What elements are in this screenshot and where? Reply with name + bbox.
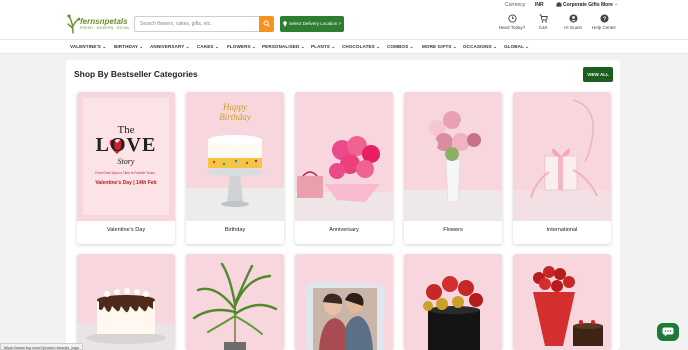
couple-photo-cushion-image — [295, 254, 393, 350]
gift-box-image — [513, 92, 611, 221]
category-card-international[interactable]: International — [513, 92, 611, 244]
section-title: Shop By Bestseller Categories — [74, 69, 198, 79]
delivery-location-label: Select Delivery Location > — [289, 21, 342, 26]
category-card-valentines[interactable]: The LOVE Story From Once Upon a Time to … — [77, 92, 175, 244]
logo-text: fernsnpetals — [80, 17, 128, 26]
category-card-row2-personalised[interactable] — [295, 254, 393, 350]
location-pin-icon — [283, 21, 287, 27]
nav-more-gifts[interactable]: MORE GIFTS ⌄ — [422, 44, 457, 50]
account-button[interactable]: Hi Guest — [558, 14, 588, 36]
rose-vase-image — [404, 92, 502, 221]
category-card-flowers[interactable]: Flowers — [404, 92, 502, 244]
cart-button[interactable]: Cart — [528, 14, 558, 36]
chat-button[interactable] — [657, 323, 679, 341]
search-button[interactable] — [259, 16, 274, 32]
category-label: Valentine's Day — [106, 227, 146, 233]
nav-valentines[interactable]: VALENTINE'S ⌄ — [70, 44, 106, 50]
currency-selector[interactable]: INR — [535, 2, 544, 8]
account-label: Hi Guest — [564, 25, 582, 30]
help-icon: ? — [600, 14, 608, 23]
category-label: Birthday — [224, 227, 246, 233]
nav-birthday[interactable]: BIRTHDAY ⌄ — [114, 44, 143, 50]
clock-icon — [507, 14, 517, 23]
help-center-button[interactable]: ? Help Center — [589, 14, 619, 36]
category-card-row2-cake[interactable] — [77, 254, 175, 350]
category-card-row2-chocolates[interactable] — [404, 254, 502, 350]
poster-date-text: Valentine's Day | 14th Feb — [95, 180, 157, 186]
cart-icon — [539, 14, 548, 23]
nav-flowers[interactable]: FLOWERS ⌄ — [227, 44, 256, 50]
category-nav: VALENTINE'S ⌄ BIRTHDAY ⌄ ANNIVERSARY ⌄ C… — [0, 39, 688, 54]
nav-chocolates[interactable]: CHOCOLATES ⌄ — [342, 44, 380, 50]
topper-birthday-text: Birthday — [219, 112, 251, 122]
poster-love-text: LOVE — [95, 134, 157, 156]
nav-cakes[interactable]: CAKES ⌄ — [197, 44, 219, 50]
category-card-birthday[interactable]: Happy Birthday Birthday — [186, 92, 284, 244]
chevron-down-icon: ⌄ — [614, 1, 619, 7]
user-icon — [569, 14, 577, 23]
poster-sub-text: From Once Upon a Time to Forever Yours..… — [95, 171, 157, 175]
category-card-row2-combo[interactable] — [513, 254, 611, 350]
poster-story-text: Story — [117, 157, 135, 166]
topper-happy-text: Happy — [223, 102, 247, 112]
currency-label: Currency — [505, 2, 526, 8]
category-label: Anniversary — [329, 227, 359, 233]
category-card-anniversary[interactable]: Anniversary — [295, 92, 393, 244]
search-box[interactable]: Search flowers, cakes, gifts, etc. — [134, 16, 274, 32]
rose-ferrero-box-image — [404, 254, 502, 350]
delivery-location-button[interactable]: Select Delivery Location > — [280, 16, 344, 32]
search-input[interactable]: Search flowers, cakes, gifts, etc. — [140, 21, 212, 27]
category-label: International — [546, 227, 578, 233]
site-header: fernsnpetals FRESH · MODERN · ROYAL Sear… — [0, 10, 688, 39]
category-card-row2-plant[interactable] — [186, 254, 284, 350]
drip-cake-image — [77, 254, 175, 350]
status-url: https://www.fnp.com/?promo=header_logo — [0, 343, 84, 350]
corporate-gifts-link[interactable]: Corporate Gifts — [563, 2, 600, 8]
help-center-label: Help Center — [591, 25, 616, 30]
nav-combos[interactable]: COMBOS ⌄ — [387, 44, 414, 50]
chat-icon — [662, 327, 674, 337]
need-today-button[interactable]: Need Today? — [497, 14, 527, 36]
cart-label: Cart — [538, 25, 548, 30]
nav-occasions[interactable]: OCCASIONS ⌄ — [463, 44, 497, 50]
utility-bar: Currency INR Corporate Gifts More ⌄ — [0, 0, 688, 10]
search-icon — [263, 20, 270, 27]
nav-global[interactable]: GLOBAL ⌄ — [504, 44, 529, 50]
logo-tagline: FRESH · MODERN · ROYAL — [80, 26, 130, 30]
nav-personalised[interactable]: PERSONALISED ⌄ — [262, 44, 305, 50]
fnp-leaf-icon — [67, 14, 80, 34]
potted-palm-image — [186, 254, 284, 350]
need-today-label: Need Today? — [498, 25, 526, 30]
nav-anniversary[interactable]: ANNIVERSARY ⌄ — [150, 44, 190, 50]
category-label: Flowers — [443, 227, 463, 233]
nav-plants[interactable]: PLANTS ⌄ — [311, 44, 335, 50]
rose-bouquet-cake-image — [513, 254, 611, 350]
view-all-button[interactable]: VIEW ALL — [583, 67, 613, 82]
more-menu[interactable]: More — [601, 2, 613, 8]
logo[interactable]: fernsnpetals FRESH · MODERN · ROYAL — [66, 12, 130, 36]
briefcase-icon — [556, 2, 562, 7]
pink-roses-gift-image — [295, 92, 393, 221]
